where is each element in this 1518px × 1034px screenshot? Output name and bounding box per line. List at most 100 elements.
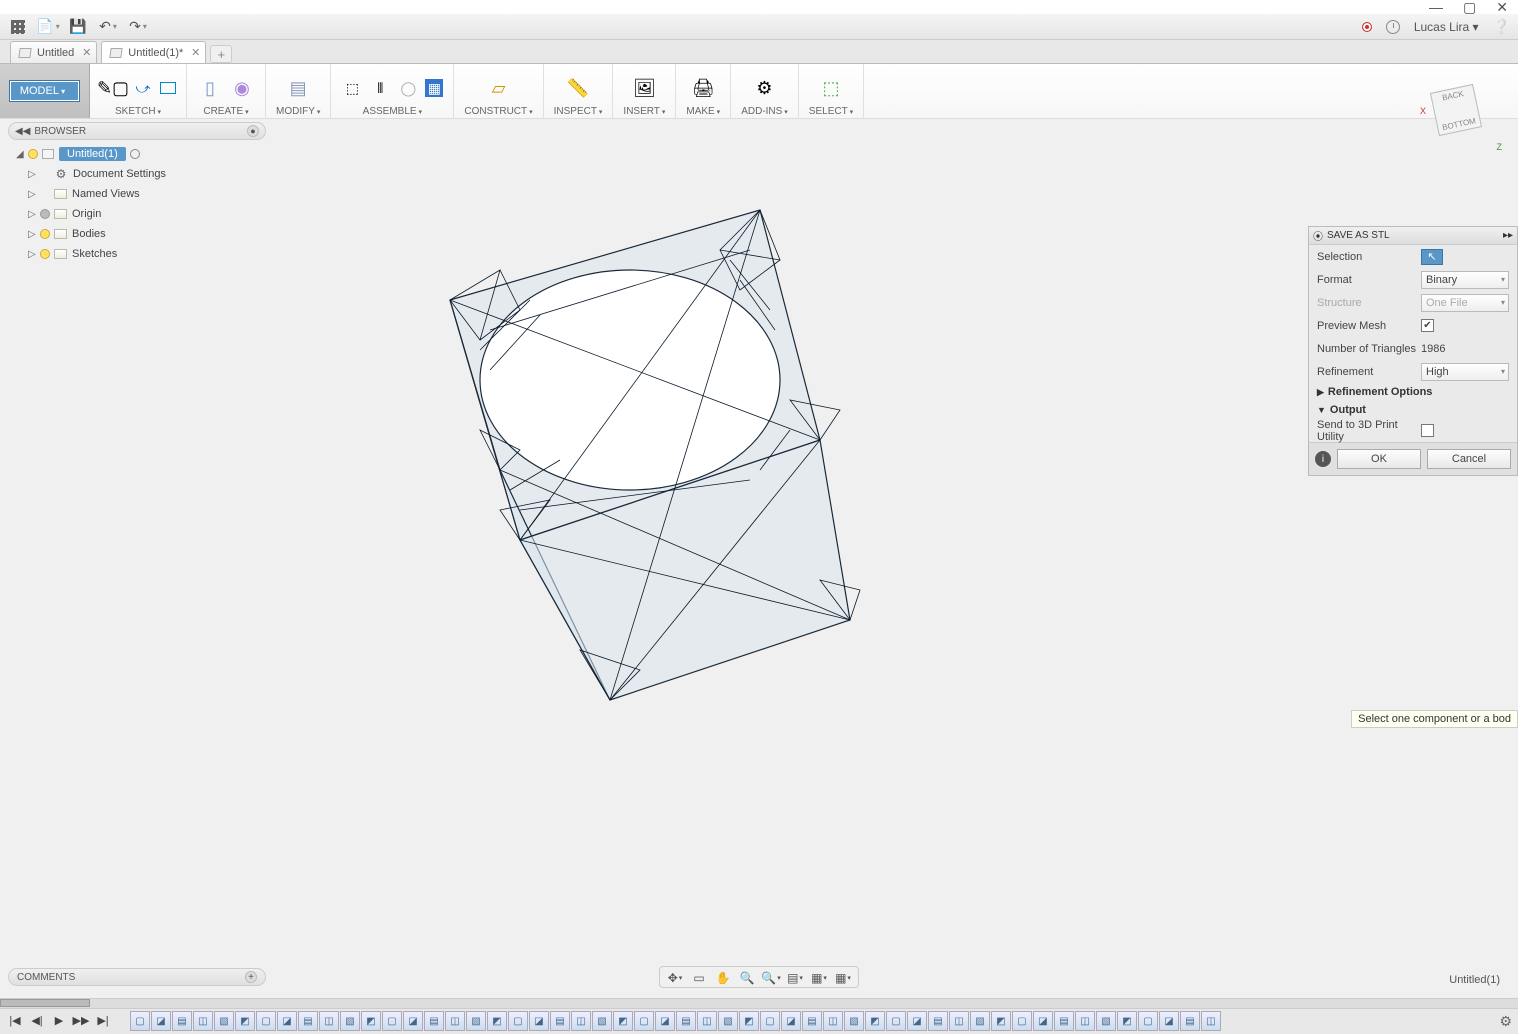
send-3d-checkbox[interactable]	[1421, 424, 1434, 437]
extrude-icon[interactable]: ▯	[197, 75, 223, 101]
look-at-button[interactable]: ▭	[688, 969, 710, 987]
timeline-operation[interactable]: ▧	[844, 1011, 864, 1031]
close-tab-icon[interactable]: ✕	[82, 46, 91, 59]
timeline-operation[interactable]: ◪	[907, 1011, 927, 1031]
panel-section-output[interactable]: ▼Output	[1309, 401, 1517, 419]
ribbon-group-label[interactable]: SKETCH	[115, 106, 161, 117]
timeline-operation[interactable]: ◪	[781, 1011, 801, 1031]
viewcube-face[interactable]: BACK	[1432, 87, 1475, 105]
timeline-operation[interactable]: ▤	[802, 1011, 822, 1031]
panel-pin-icon[interactable]: ▸▸	[1503, 230, 1513, 241]
timeline-operation[interactable]: ▧	[214, 1011, 234, 1031]
document-tab[interactable]: Untitled ✕	[10, 41, 97, 63]
orbit-button[interactable]: ✥	[664, 969, 686, 987]
add-comment-icon[interactable]: +	[245, 971, 257, 983]
timeline-operation[interactable]: ◫	[823, 1011, 843, 1031]
tree-item[interactable]: ▷ Document Settings	[8, 164, 266, 184]
workspace-switcher[interactable]: MODEL	[0, 64, 90, 118]
format-select[interactable]: Binary	[1421, 271, 1509, 289]
comments-bar[interactable]: COMMENTS +	[8, 968, 266, 986]
timeline-operation[interactable]: ▤	[550, 1011, 570, 1031]
close-tab-icon[interactable]: ✕	[191, 46, 200, 59]
document-tab[interactable]: Untitled(1)* ✕	[101, 41, 206, 63]
pan-button[interactable]: ✋	[712, 969, 734, 987]
make-icon[interactable]: 🖨	[690, 75, 716, 101]
viewcube[interactable]: BACK BOTTOM X Z	[1426, 78, 1496, 148]
timeline-operation[interactable]: ◩	[865, 1011, 885, 1031]
ribbon-group-label[interactable]: SELECT	[809, 106, 853, 117]
timeline-operation[interactable]: ◪	[403, 1011, 423, 1031]
timeline-start-button[interactable]: |◀	[6, 1011, 24, 1029]
timeline-operation[interactable]: ◩	[739, 1011, 759, 1031]
timeline-operation[interactable]: ◩	[1117, 1011, 1137, 1031]
measure-icon[interactable]: 📏	[565, 75, 591, 101]
timeline-operation[interactable]: ▧	[466, 1011, 486, 1031]
tree-item[interactable]: ▷ Sketches	[8, 244, 266, 264]
timeline-operation[interactable]: ◫	[319, 1011, 339, 1031]
ribbon-group-label[interactable]: ASSEMBLE	[363, 106, 422, 117]
timeline-operation[interactable]: ▧	[340, 1011, 360, 1031]
timeline-settings-icon[interactable]: ⚙	[1499, 1013, 1512, 1030]
timeline-step-fwd-button[interactable]: ▶▶	[72, 1011, 90, 1029]
timeline-operation[interactable]: ▢	[634, 1011, 654, 1031]
timeline-operation[interactable]: ▢	[1012, 1011, 1032, 1031]
panel-header[interactable]: ⦿ SAVE AS STL ▸▸	[1309, 227, 1517, 245]
scrollbar-thumb[interactable]	[0, 999, 90, 1007]
timeline-operation[interactable]: ◩	[613, 1011, 633, 1031]
joint-icon[interactable]: ⫴	[369, 77, 391, 99]
timeline-operation[interactable]: ▤	[1054, 1011, 1074, 1031]
ribbon-group-label[interactable]: INSERT	[623, 106, 665, 117]
viewport-button[interactable]: ▦	[832, 969, 854, 987]
insert-icon[interactable]: 🖼	[631, 75, 657, 101]
info-icon[interactable]: i	[1315, 451, 1331, 467]
refinement-select[interactable]: High	[1421, 363, 1509, 381]
ok-button[interactable]: OK	[1337, 449, 1421, 469]
job-status-icon[interactable]	[1362, 22, 1372, 32]
timeline-operation[interactable]: ▧	[1096, 1011, 1116, 1031]
timeline-operation[interactable]: ▤	[298, 1011, 318, 1031]
timeline-operation[interactable]: ▢	[130, 1011, 150, 1031]
rectangle-icon[interactable]	[160, 82, 176, 94]
redo-button[interactable]: ↷	[128, 17, 148, 37]
panel-section-refopts[interactable]: ▶Refinement Options	[1309, 383, 1517, 401]
timeline-operation[interactable]: ▢	[760, 1011, 780, 1031]
timeline-operation[interactable]: ◪	[1033, 1011, 1053, 1031]
timeline-operation[interactable]: ▢	[886, 1011, 906, 1031]
timeline-operation[interactable]: ◩	[361, 1011, 381, 1031]
timeline-operation[interactable]: ◪	[277, 1011, 297, 1031]
sphere-joint-icon[interactable]: ◯	[397, 77, 419, 99]
timeline-operation[interactable]: ▢	[508, 1011, 528, 1031]
tree-item[interactable]: ▷ Bodies	[8, 224, 266, 244]
timeline-operation[interactable]: ▤	[1180, 1011, 1200, 1031]
timeline-operation[interactable]: ▤	[928, 1011, 948, 1031]
timeline-operation[interactable]: ▤	[676, 1011, 696, 1031]
timeline-operation[interactable]: ▢	[382, 1011, 402, 1031]
undo-button[interactable]: ↶	[98, 17, 118, 37]
file-new-button[interactable]: 📄	[38, 17, 58, 37]
align-icon[interactable]: ▦	[425, 79, 443, 97]
visibility-bulb-icon[interactable]	[40, 229, 50, 239]
timeline-operation[interactable]: ▧	[592, 1011, 612, 1031]
workspace-button[interactable]: MODEL	[9, 80, 80, 102]
visibility-bulb-icon[interactable]	[40, 249, 50, 259]
browser-header[interactable]: ◀◀ BROWSER ●	[8, 122, 266, 140]
help-button[interactable]: ❔	[1493, 18, 1510, 35]
visibility-bulb-icon[interactable]	[40, 209, 50, 219]
timeline-operation[interactable]: ◪	[151, 1011, 171, 1031]
timeline-play-button[interactable]: ▶	[50, 1011, 68, 1029]
press-pull-icon[interactable]: ▤	[285, 75, 311, 101]
cancel-button[interactable]: Cancel	[1427, 449, 1511, 469]
timeline-operation[interactable]: ◪	[655, 1011, 675, 1031]
notifications-icon[interactable]	[1386, 20, 1400, 34]
ribbon-group-label[interactable]: MODIFY	[276, 106, 320, 117]
display-settings-button[interactable]: ▤	[784, 969, 806, 987]
ribbon-group-label[interactable]: INSPECT	[554, 106, 603, 117]
app-grid-icon[interactable]	[8, 17, 28, 37]
select-icon[interactable]: ⬚	[818, 75, 844, 101]
activate-radio-icon[interactable]	[130, 149, 140, 159]
tree-item[interactable]: ▷ Named Views	[8, 184, 266, 204]
timeline-operation[interactable]: ▤	[424, 1011, 444, 1031]
create-sketch-icon[interactable]: ✎▢	[100, 75, 126, 101]
minimize-button[interactable]: —	[1429, 0, 1443, 15]
timeline-step-back-button[interactable]: ◀|	[28, 1011, 46, 1029]
